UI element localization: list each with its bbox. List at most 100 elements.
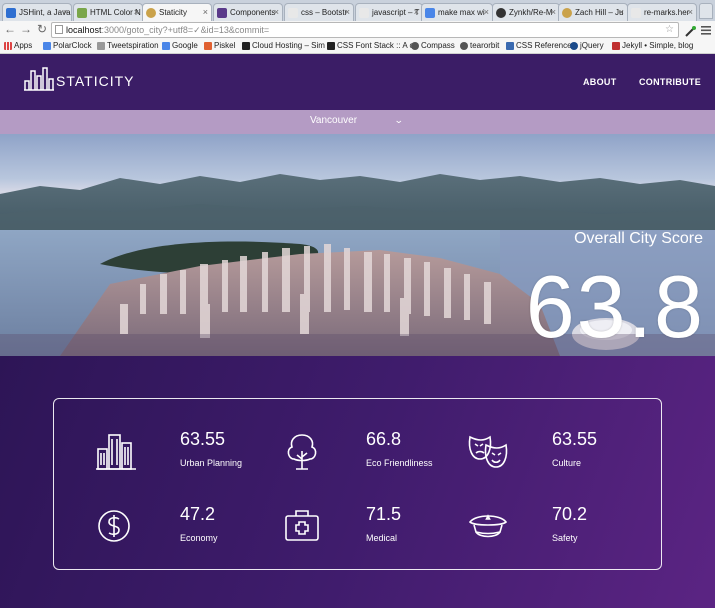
bookmark-item[interactable]: Tweetspiration	[97, 41, 159, 50]
new-tab-button[interactable]	[699, 3, 713, 19]
browser-tab[interactable]: JSHint, a Java ×	[2, 3, 72, 21]
close-icon[interactable]: ×	[484, 7, 489, 17]
bookmark-item[interactable]: tearorbit	[460, 41, 499, 50]
metric-label: Culture	[552, 458, 582, 468]
tab-favicon-icon	[631, 8, 641, 18]
browser-tab[interactable]: css – Bootstr ×	[284, 3, 354, 21]
bookmark-favicon-icon	[570, 42, 578, 50]
metric-label: Safety	[552, 533, 578, 543]
bookmark-item[interactable]: CSS Reference	[506, 41, 572, 50]
nav-about-link[interactable]: ABOUT	[583, 77, 617, 87]
bookmark-favicon-icon	[612, 42, 620, 50]
bookmark-favicon-icon	[506, 42, 514, 50]
metric-urban-planning: 63.55 Urban Planning	[54, 429, 244, 489]
metric-value: 66.8	[366, 429, 402, 449]
staticity-logo-icon[interactable]	[24, 67, 54, 91]
main-content: 63.55 Urban Planning 66.8 Eco Friendline…	[0, 356, 715, 608]
city-hero-image: Overall City Score 63.8	[0, 134, 715, 356]
chevron-down-icon[interactable]: ⌄	[394, 115, 404, 126]
forward-arrow-icon[interactable]: →	[19, 22, 33, 36]
metrics-panel: 63.55 Urban Planning 66.8 Eco Friendline…	[53, 398, 662, 570]
close-icon[interactable]: ×	[688, 7, 693, 17]
browser-tab[interactable]: make max wi ×	[421, 3, 493, 21]
bookmark-item[interactable]: jQuery	[570, 41, 604, 50]
browser-tab[interactable]: Zynkh/Re-M ×	[492, 3, 560, 21]
metric-eco-friendliness: 66.8 Eco Friendliness	[240, 429, 433, 489]
metric-culture: 63.55 Culture	[426, 429, 616, 489]
tab-favicon-icon	[288, 8, 298, 18]
close-icon[interactable]: ×	[619, 7, 624, 17]
apps-grid-icon	[4, 42, 12, 50]
bookmark-favicon-icon	[411, 42, 419, 50]
close-icon[interactable]: ×	[551, 7, 556, 17]
metric-medical: 71.5 Medical	[240, 504, 430, 564]
overall-score-value: 63.8	[525, 257, 705, 356]
overall-score-label: Overall City Score	[574, 230, 703, 247]
bookmark-item[interactable]: Jekyll • Simple, blog	[612, 41, 693, 50]
city-select[interactable]: Vancouver	[310, 115, 357, 126]
medical-kit-icon	[285, 510, 319, 541]
browser-toolbar: ← → ↻ localhost:3000/goto_city?+utf8=✓&i…	[0, 21, 715, 39]
metric-label: Urban Planning	[180, 458, 243, 468]
browser-tab-bar: JSHint, a Java × HTML Color N × Staticity ×…	[0, 0, 715, 21]
reload-icon[interactable]: ↻	[35, 22, 49, 36]
close-icon[interactable]: ×	[63, 7, 68, 17]
back-arrow-icon[interactable]: ←	[3, 22, 17, 36]
metric-value: 71.5	[366, 504, 402, 524]
city-buildings-icon	[96, 434, 136, 470]
tab-favicon-icon	[425, 8, 435, 18]
tab-favicon-icon	[77, 8, 87, 18]
tree-icon	[287, 434, 317, 470]
close-icon[interactable]: ×	[274, 7, 279, 17]
nav-contribute-link[interactable]: CONTRIBUTE	[639, 77, 701, 87]
city-selector-bar: Vancouver ⌄	[0, 110, 715, 134]
menu-icon[interactable]	[700, 23, 712, 35]
bookmark-star-icon[interactable]: ☆	[665, 23, 674, 37]
metric-value: 70.2	[552, 504, 588, 524]
site-header: STATICITY ABOUT CONTRIBUTE	[0, 54, 715, 110]
tab-favicon-icon	[146, 8, 156, 18]
metric-label: Eco Friendliness	[366, 458, 433, 468]
bookmark-item[interactable]: PolarClock	[43, 41, 92, 50]
address-bar[interactable]: localhost:3000/goto_city?+utf8=✓&id=13&c…	[51, 22, 679, 38]
close-icon[interactable]: ×	[203, 7, 208, 17]
site-logo-text[interactable]: STATICITY	[56, 73, 134, 89]
bookmark-favicon-icon	[460, 42, 468, 50]
tab-favicon-icon	[496, 8, 506, 18]
close-icon[interactable]: ×	[134, 7, 139, 17]
close-icon[interactable]: ×	[414, 7, 419, 17]
metric-economy: 47.2 Economy	[54, 504, 244, 564]
tab-favicon-icon	[6, 8, 16, 18]
bookmark-favicon-icon	[327, 42, 335, 50]
bookmark-item[interactable]: Compass	[411, 41, 455, 50]
tab-favicon-icon	[217, 8, 227, 18]
close-icon[interactable]: ×	[345, 7, 350, 17]
browser-tab[interactable]: Components ×	[213, 3, 283, 21]
browser-tab[interactable]: Zach Hill – Ju ×	[558, 3, 628, 21]
browser-tab[interactable]: HTML Color N ×	[73, 3, 143, 21]
metric-safety: 70.2 Safety	[426, 504, 616, 564]
browser-tab-active[interactable]: Staticity ×	[142, 3, 212, 21]
metric-value: 63.55	[180, 429, 226, 449]
extension-icon[interactable]	[684, 24, 696, 37]
metric-value: 47.2	[180, 504, 216, 524]
metric-label: Economy	[180, 533, 218, 543]
metric-value: 63.55	[552, 429, 598, 449]
theatre-masks-icon	[468, 435, 508, 468]
browser-tab[interactable]: javascript – T ×	[355, 3, 423, 21]
browser-tab[interactable]: re-marks.her ×	[627, 3, 697, 21]
bookmarks-bar: Apps PolarClock Tweetspiration Google Pi…	[0, 39, 715, 54]
bookmark-item[interactable]: Piskel	[204, 41, 235, 50]
bookmark-favicon-icon	[43, 42, 51, 50]
bookmark-favicon-icon	[162, 42, 170, 50]
bookmark-item[interactable]: CSS Font Stack :: A c	[327, 41, 413, 50]
bookmark-item[interactable]: Google	[162, 41, 198, 50]
bookmark-favicon-icon	[97, 42, 105, 50]
tab-favicon-icon	[359, 8, 369, 18]
police-hat-icon	[468, 514, 508, 538]
dollar-coin-icon	[98, 510, 130, 542]
metric-label: Medical	[366, 533, 398, 543]
bookmark-item[interactable]: Cloud Hosting – Sim	[242, 41, 325, 50]
tab-favicon-icon	[562, 8, 572, 18]
bookmark-apps[interactable]: Apps	[4, 41, 32, 50]
